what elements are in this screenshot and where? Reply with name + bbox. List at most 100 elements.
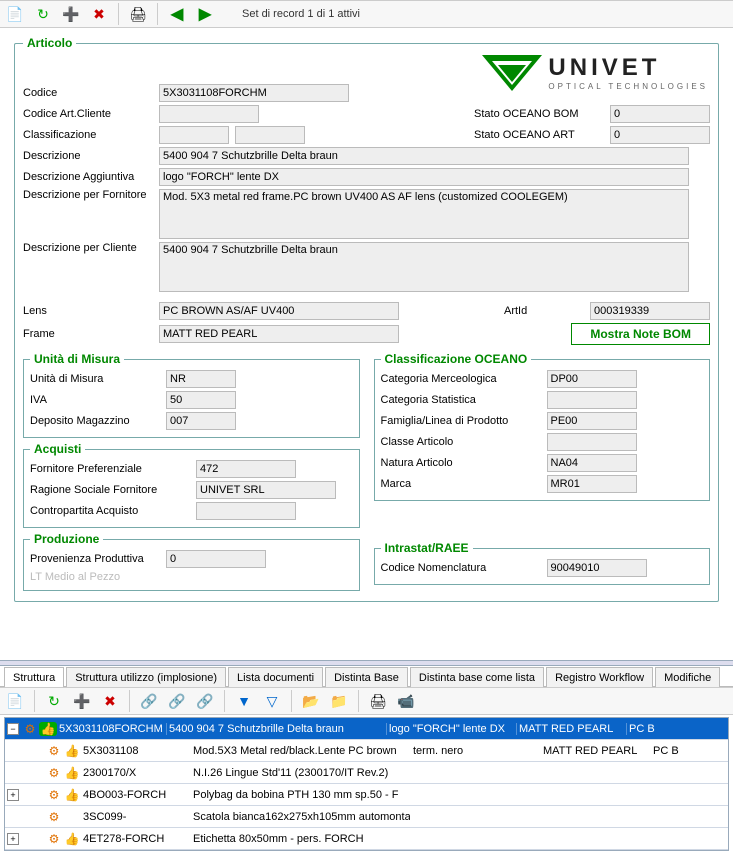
folder-icon[interactable]: 📂: [300, 690, 322, 712]
produzione-legend: Produzione: [30, 532, 103, 546]
expand-toggle[interactable]: +: [5, 833, 21, 845]
cell-col5: PC B: [627, 723, 667, 735]
print2-icon[interactable]: 🖨: [367, 690, 389, 712]
descrizione-agg-label: Descrizione Aggiuntiva: [23, 171, 153, 183]
produzione-group: Produzione Provenienza Produttiva LT Med…: [23, 532, 360, 591]
expand-toggle[interactable]: +: [5, 789, 21, 801]
tab-distinta-base[interactable]: Distinta Base: [325, 667, 408, 687]
codice-label: Codice: [23, 87, 153, 99]
tab-struttura-utilizzo-implosione-[interactable]: Struttura utilizzo (implosione): [66, 667, 226, 687]
link-add-icon[interactable]: 🔗: [166, 690, 188, 712]
stato-art-field[interactable]: [610, 126, 710, 144]
tab-distinta-base-come-lista[interactable]: Distinta base come lista: [410, 667, 544, 687]
add-icon[interactable]: ➕: [60, 3, 82, 25]
prev-record-icon[interactable]: ◀: [166, 3, 188, 25]
expand-toggle[interactable]: −: [5, 723, 21, 735]
cell-code: 4BO003-FORCH: [81, 789, 191, 801]
cell-code: 5X3031108FORCHM: [57, 723, 167, 735]
bottom-toolbar: 📄 ↻ ➕ ✖ 🔗 🔗 🔗 ▼ ▽ 📂 📁 🖨 📹: [0, 687, 733, 715]
artid-field[interactable]: [590, 302, 710, 320]
unita-legend: Unità di Misura: [30, 352, 124, 366]
filter-icon[interactable]: ▼: [233, 690, 255, 712]
artid-label: ArtId: [504, 305, 584, 317]
descrizione-field[interactable]: [159, 147, 689, 165]
gear-icon: ⚙: [45, 744, 63, 758]
tab-modifiche[interactable]: Modifiche: [655, 667, 720, 687]
status-ok-icon: 👍: [63, 832, 81, 846]
refresh2-icon[interactable]: ↻: [43, 690, 65, 712]
refresh-icon[interactable]: ↻: [32, 3, 54, 25]
status-ok-icon: 👍: [39, 722, 57, 736]
filter-clear-icon[interactable]: ▽: [261, 690, 283, 712]
table-row[interactable]: ⚙3SC099-Scatola bianca162x275xh105mm aut…: [5, 806, 728, 828]
descrizione-agg-field[interactable]: [159, 168, 689, 186]
gear-icon: ⚙: [45, 832, 63, 846]
codice-art-cliente-field[interactable]: [159, 105, 259, 123]
cat-merc-field[interactable]: [547, 370, 637, 388]
fornitore-pref-field[interactable]: [196, 460, 296, 478]
table-row[interactable]: ⚙👍5X3031108Mod.5X3 Metal red/black.Lente…: [5, 740, 728, 762]
contropartita-field[interactable]: [196, 502, 296, 520]
iva-field[interactable]: [166, 391, 236, 409]
frame-field[interactable]: [159, 325, 399, 343]
mostra-note-bom-button[interactable]: Mostra Note BOM: [571, 323, 710, 345]
codice-art-cliente-label: Codice Art.Cliente: [23, 108, 153, 120]
descrizione-cli-field[interactable]: [159, 242, 689, 292]
table-row[interactable]: ⚙👍2300170/XN.I.26 Lingue Std'11 (2300170…: [5, 762, 728, 784]
folder-arrow-icon[interactable]: 📁: [328, 690, 350, 712]
cat-stat-field[interactable]: [547, 391, 637, 409]
classificazione-label: Classificazione: [23, 129, 153, 141]
article-group: Articolo UNIVET OPTICAL TECHNOLOGIES Cod…: [14, 36, 719, 602]
cell-desc: N.I.26 Lingue Std'11 (2300170/IT Rev.2): [191, 767, 411, 779]
table-row[interactable]: +⚙👍4BO003-FORCHPolybag da bobina PTH 130…: [5, 784, 728, 806]
um-field[interactable]: [166, 370, 236, 388]
cell-col5: PC B: [651, 745, 691, 757]
cell-desc: Polybag da bobina PTH 130 mm sp.50 - F: [191, 789, 411, 801]
classe-field[interactable]: [547, 433, 637, 451]
next-record-icon[interactable]: ▶: [194, 3, 216, 25]
acquisti-group: Acquisti Fornitore Preferenziale Ragione…: [23, 442, 360, 528]
table-row[interactable]: −⚙👍5X3031108FORCHM5400 904 7 Schutzbrill…: [5, 718, 728, 740]
natura-field[interactable]: [547, 454, 637, 472]
unita-group: Unità di Misura Unità di Misura IVA Depo…: [23, 352, 360, 438]
cod-nomenclatura-field[interactable]: [547, 559, 647, 577]
lens-field[interactable]: [159, 302, 399, 320]
add2-icon[interactable]: ➕: [71, 690, 93, 712]
cell-code: 2300170/X: [81, 767, 191, 779]
delete-icon[interactable]: ✖: [88, 3, 110, 25]
link-del-icon[interactable]: 🔗: [194, 690, 216, 712]
univet-logo: UNIVET OPTICAL TECHNOLOGIES: [482, 54, 708, 91]
stato-bom-label: Stato OCEANO BOM: [474, 108, 604, 120]
bom-tree-grid[interactable]: −⚙👍5X3031108FORCHM5400 904 7 Schutzbrill…: [4, 717, 729, 851]
classificazione-field2[interactable]: [235, 126, 305, 144]
classificazione-field1[interactable]: [159, 126, 229, 144]
remove2-icon[interactable]: ✖: [99, 690, 121, 712]
cell-code: 3SC099-: [81, 811, 191, 823]
print-icon[interactable]: 🖨: [127, 3, 149, 25]
cell-extra: term. nero: [411, 745, 541, 757]
tab-lista-documenti[interactable]: Lista documenti: [228, 667, 323, 687]
provenienza-field[interactable]: [166, 550, 266, 568]
marca-field[interactable]: [547, 475, 637, 493]
codice-field[interactable]: [159, 84, 349, 102]
link-icon[interactable]: 🔗: [138, 690, 160, 712]
famiglia-field[interactable]: [547, 412, 637, 430]
oceano-group: Classificazione OCEANO Categoria Merceol…: [374, 352, 711, 501]
new-record-icon[interactable]: 📄: [4, 3, 26, 25]
table-row[interactable]: +⚙👍4ET278-FORCHEtichetta 80x50mm - pers.…: [5, 828, 728, 850]
rag-soc-field[interactable]: [196, 481, 336, 499]
top-toolbar: 📄 ↻ ➕ ✖ 🖨 ◀ ▶ Set di record 1 di 1 attiv…: [0, 0, 733, 28]
tab-registro-workflow[interactable]: Registro Workflow: [546, 667, 653, 687]
cell-code: 4ET278-FORCH: [81, 833, 191, 845]
tab-struttura[interactable]: Struttura: [4, 667, 64, 687]
camera-icon[interactable]: 📹: [395, 690, 417, 712]
tree-new-icon[interactable]: 📄: [4, 690, 26, 712]
article-legend: Articolo: [23, 36, 76, 50]
descrizione-forn-label: Descrizione per Fornitore: [23, 189, 153, 201]
stato-bom-field[interactable]: [610, 105, 710, 123]
status-ok-icon: 👍: [63, 766, 81, 780]
cell-extra: logo "FORCH" lente DX: [387, 723, 517, 735]
deposito-field[interactable]: [166, 412, 236, 430]
gear-icon: ⚙: [45, 766, 63, 780]
descrizione-forn-field[interactable]: [159, 189, 689, 239]
